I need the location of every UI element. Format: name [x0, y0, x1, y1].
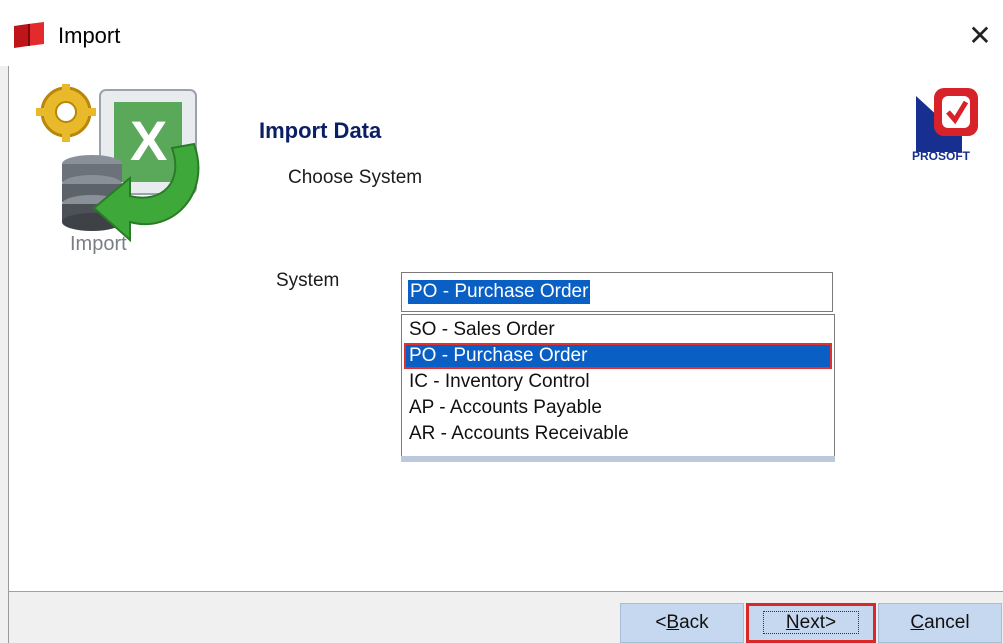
system-label: System — [276, 270, 340, 291]
graphic-caption: Import — [70, 233, 127, 255]
close-icon: ✕ — [968, 20, 992, 51]
svg-text:X: X — [130, 109, 167, 172]
prosoft-logo: PROSOFT — [912, 88, 978, 162]
title-bar: Import ✕ — [0, 0, 1003, 66]
import-dialog: Import ✕ X Import PROSOFT Import Data Ch… — [0, 0, 1003, 643]
app-book-icon — [14, 22, 44, 48]
list-item-ar[interactable]: AR - Accounts Receivable — [404, 421, 832, 447]
cancel-button-mnemonic: C — [910, 612, 925, 633]
list-item-so[interactable]: SO - Sales Order — [404, 317, 832, 343]
next-button[interactable]: Next> — [746, 603, 876, 643]
next-button-mnemonic: N — [785, 612, 800, 633]
system-dropdown-list[interactable]: SO - Sales Order PO - Purchase Order IC … — [401, 314, 835, 458]
next-button-label: ext> — [799, 612, 837, 633]
gear-icon — [36, 84, 96, 142]
system-combobox[interactable]: PO - Purchase Order — [401, 272, 833, 312]
back-button-prefix: < — [655, 612, 667, 633]
import-graphic: X Import — [36, 84, 200, 255]
page-subtitle: Choose System — [288, 167, 423, 188]
next-button-focus: Next> — [762, 611, 860, 634]
logo-text: PROSOFT — [912, 149, 971, 162]
cancel-button-label: ancel — [924, 612, 970, 633]
back-button-label: ack — [679, 612, 709, 633]
close-button[interactable]: ✕ — [960, 16, 1000, 56]
list-item-ap[interactable]: AP - Accounts Payable — [404, 395, 832, 421]
system-combobox-value[interactable]: PO - Purchase Order — [408, 280, 591, 304]
back-button[interactable]: <Back — [620, 603, 744, 643]
list-item-po[interactable]: PO - Purchase Order — [404, 343, 832, 369]
cancel-button[interactable]: Cancel — [878, 603, 1002, 643]
back-button-mnemonic: B — [666, 612, 680, 633]
page-title: Import Data — [259, 118, 382, 143]
list-bottom-edge — [401, 456, 835, 462]
window-title: Import — [58, 23, 121, 48]
list-item-ic[interactable]: IC - Inventory Control — [404, 369, 832, 395]
